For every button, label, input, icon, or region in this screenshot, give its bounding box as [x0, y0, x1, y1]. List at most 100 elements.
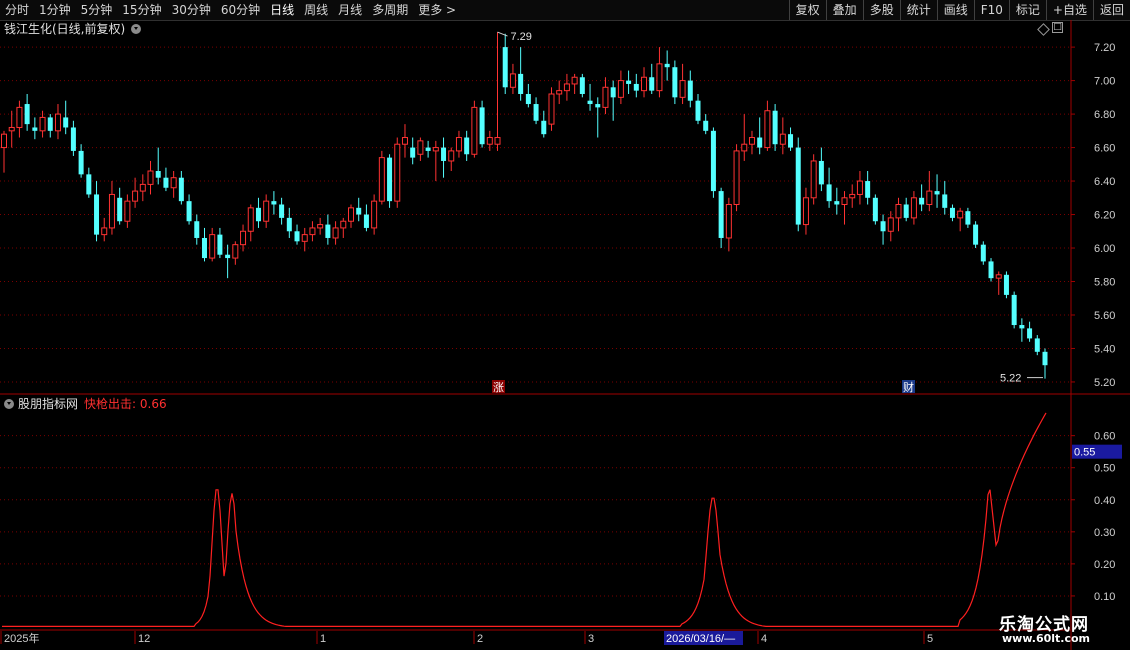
candle [872, 194, 878, 225]
candle-body [703, 120, 709, 131]
candle [24, 93, 30, 131]
candle [139, 174, 146, 202]
candle [548, 87, 555, 131]
current-value-label: 0.55 [1074, 447, 1095, 459]
candle-body [194, 221, 200, 238]
candle-body [325, 224, 331, 238]
candle-body [332, 227, 339, 239]
candle [108, 181, 115, 235]
candle [509, 63, 516, 94]
candle [587, 83, 593, 111]
candle-body [764, 110, 771, 149]
time-label: 2 [477, 633, 483, 645]
candle-body [579, 77, 585, 94]
candle-body [363, 214, 369, 228]
candle [617, 70, 624, 105]
event-marker-label: 财 [903, 380, 914, 394]
candle-body [8, 126, 15, 132]
candle-body [965, 211, 971, 225]
price-tick-label: 6.80 [1094, 109, 1115, 121]
chevron-down-icon[interactable] [4, 399, 14, 409]
candle [39, 110, 46, 138]
candle [117, 187, 123, 225]
watermark-url: www.60lt.com [1002, 632, 1091, 645]
candle [286, 207, 292, 238]
indicator-title: 股朋指标网 快枪出击: 0.66 [4, 396, 167, 412]
candle-body [255, 207, 261, 222]
candle-body [16, 106, 23, 128]
candle-body [718, 191, 724, 238]
candle-body [178, 177, 184, 202]
candle-body [417, 140, 424, 155]
candle [779, 117, 786, 155]
candle [401, 124, 408, 158]
candle-body [710, 130, 716, 192]
indicator-tick-label: 0.60 [1094, 431, 1115, 443]
candle-body [826, 184, 832, 202]
candle-body [1042, 351, 1048, 366]
candle [170, 171, 177, 198]
candle [788, 127, 794, 151]
candle [455, 130, 462, 158]
candle-body [448, 150, 455, 162]
chevron-down-icon[interactable] [131, 24, 142, 34]
candle [525, 83, 531, 108]
candle-body [1011, 294, 1017, 326]
time-label: 12 [138, 633, 150, 645]
candle-body [425, 147, 431, 151]
candle [995, 271, 1002, 295]
candle-body [633, 83, 639, 91]
main-chart-title: 钱江生化(日线,前复权) [4, 21, 142, 37]
candle [795, 137, 801, 232]
candle-body [548, 93, 555, 125]
price-tick-label: 6.20 [1094, 210, 1115, 222]
candle-body [895, 203, 902, 219]
candle-body [602, 86, 609, 108]
candle-body [387, 157, 393, 202]
candle-body [132, 190, 139, 202]
candle-body [24, 104, 30, 125]
candle-body [849, 193, 856, 199]
candle-body [170, 177, 177, 189]
candle-body [626, 80, 632, 84]
candle-body [934, 191, 940, 195]
candle-body [317, 224, 324, 229]
candle-body [394, 143, 401, 202]
candle [610, 80, 616, 121]
candle-body [695, 100, 701, 121]
candle-body [733, 150, 740, 205]
candle [942, 181, 948, 215]
candle-body [942, 194, 948, 208]
price-tick-label: 5.60 [1094, 310, 1115, 322]
indicator-tick-label: 0.10 [1094, 591, 1115, 603]
price-tick-label: 6.40 [1094, 176, 1115, 188]
date-cursor-label: 2026/03/16/— [666, 633, 735, 645]
candle [417, 137, 424, 161]
candle [32, 117, 38, 140]
candle-body [926, 190, 933, 205]
event-marker: 涨 [492, 380, 505, 394]
candle [54, 104, 61, 140]
candle [448, 147, 455, 172]
candle-body [240, 230, 247, 246]
candle [132, 177, 139, 208]
candle-body [124, 200, 131, 222]
candle-body [788, 134, 794, 148]
chart-canvas[interactable]: 7.20 7.00 6.80 6.60 6.40 6.20 6.00 5.80 5.60 5.40… [0, 0, 1130, 650]
candle-body [247, 207, 254, 232]
indicator-tick-label: 0.20 [1094, 559, 1115, 571]
candle [733, 144, 740, 212]
candle-body [455, 137, 462, 152]
candle [63, 100, 69, 135]
candle [802, 187, 809, 235]
candle [579, 73, 585, 98]
maximize-icon[interactable]: □ [1052, 22, 1063, 33]
candle [895, 197, 902, 232]
candle [919, 184, 925, 212]
stock-title: 钱江生化(日线,前复权) [4, 22, 126, 36]
time-label: 2025年 [4, 631, 39, 645]
candle [818, 147, 824, 192]
candle-body [479, 107, 485, 145]
candle [363, 204, 369, 232]
high-label: 7.29 [511, 31, 532, 43]
